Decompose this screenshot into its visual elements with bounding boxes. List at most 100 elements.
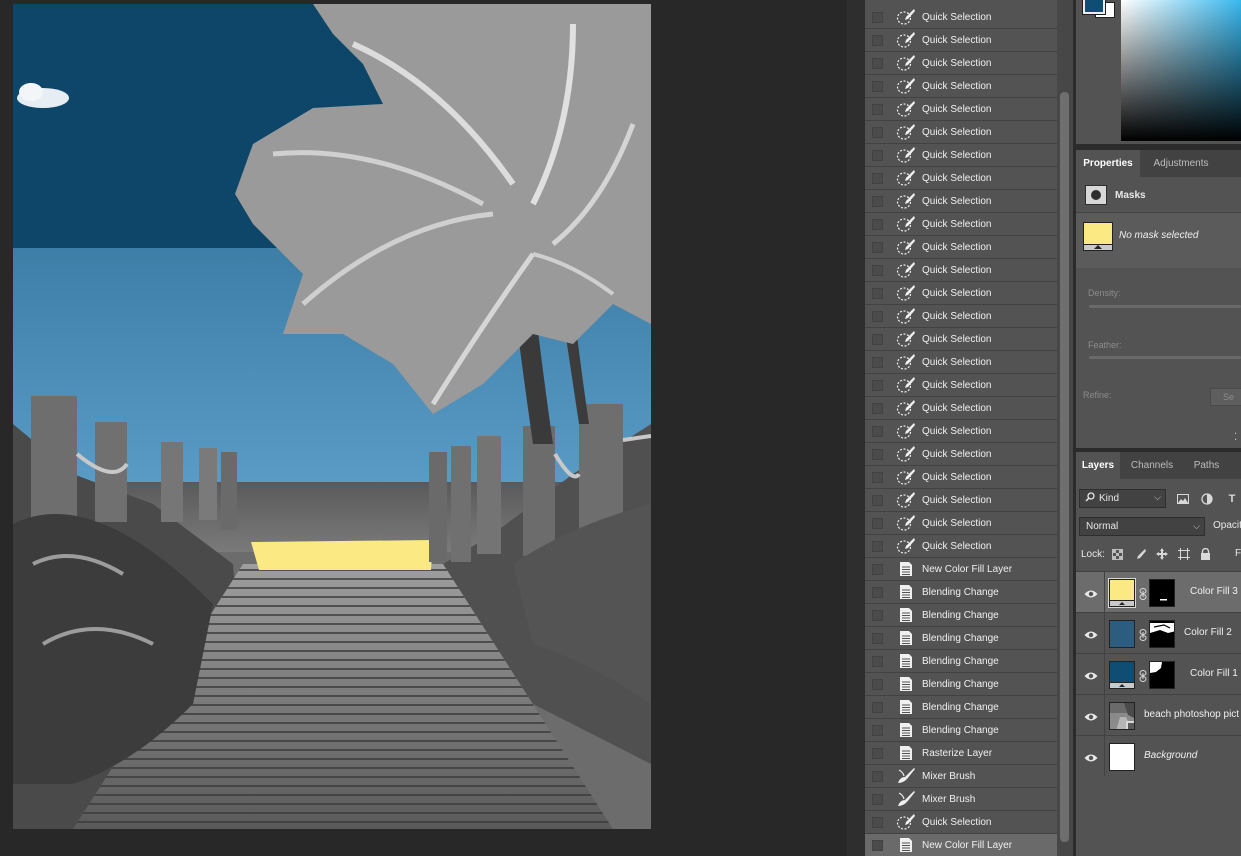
- color-picker-field[interactable]: [1121, 0, 1241, 141]
- history-snapshot-checkbox[interactable]: [872, 241, 883, 253]
- density-slider[interactable]: [1089, 305, 1241, 308]
- layer-mask-thumbnail[interactable]: [1149, 579, 1175, 607]
- history-snapshot-checkbox[interactable]: [872, 586, 883, 598]
- history-state-row[interactable]: Quick Selection: [865, 328, 1057, 351]
- tab-adjustments[interactable]: Adjustments: [1140, 150, 1222, 177]
- history-snapshot-checkbox[interactable]: [872, 356, 883, 368]
- layer-name[interactable]: Color Fill 2: [1184, 627, 1232, 638]
- history-snapshot-checkbox[interactable]: [872, 747, 883, 759]
- history-snapshot-checkbox[interactable]: [872, 609, 883, 621]
- layer-row[interactable]: beach photoshop pict: [1076, 694, 1241, 735]
- history-snapshot-checkbox[interactable]: [872, 333, 883, 345]
- document-canvas[interactable]: [13, 4, 651, 829]
- history-snapshot-checkbox[interactable]: [872, 724, 883, 736]
- layer-thumbnail[interactable]: [1109, 743, 1135, 771]
- layer-mask-thumbnail[interactable]: [1149, 620, 1175, 648]
- layer-thumbnail[interactable]: [1109, 702, 1135, 730]
- history-snapshot-checkbox[interactable]: [872, 701, 883, 713]
- history-snapshot-checkbox[interactable]: [872, 149, 883, 161]
- history-state-row[interactable]: Quick Selection: [865, 466, 1057, 489]
- feather-slider[interactable]: [1089, 356, 1241, 359]
- layer-row[interactable]: Color Fill 1: [1076, 653, 1241, 694]
- history-state-row[interactable]: Quick Selection: [865, 374, 1057, 397]
- layer-name[interactable]: beach photoshop pict: [1144, 709, 1239, 720]
- visibility-eye-icon[interactable]: [1084, 586, 1098, 598]
- history-state-row[interactable]: Quick Selection: [865, 98, 1057, 121]
- history-state-row[interactable]: Blending Change: [865, 650, 1057, 673]
- history-state-row[interactable]: Quick Selection: [865, 305, 1057, 328]
- lock-artboard-icon[interactable]: [1177, 547, 1191, 561]
- history-state-row[interactable]: Quick Selection: [865, 282, 1057, 305]
- history-snapshot-checkbox[interactable]: [872, 218, 883, 230]
- history-snapshot-checkbox[interactable]: [872, 678, 883, 690]
- visibility-eye-icon[interactable]: [1084, 750, 1098, 762]
- history-scrollbar-thumb[interactable]: [1060, 92, 1069, 842]
- mask-link-chain-icon[interactable]: [1139, 628, 1147, 641]
- history-snapshot-checkbox[interactable]: [872, 517, 883, 529]
- tab-properties[interactable]: Properties: [1076, 150, 1140, 177]
- history-scrollbar[interactable]: [1057, 0, 1073, 856]
- history-snapshot-checkbox[interactable]: [872, 287, 883, 299]
- visibility-eye-icon[interactable]: [1084, 627, 1098, 639]
- adjustment-filter-icon[interactable]: [1200, 492, 1214, 506]
- tab-layers[interactable]: Layers: [1076, 452, 1120, 479]
- panel-resize-handle-icon[interactable]: ⁚: [1234, 432, 1237, 443]
- history-snapshot-checkbox[interactable]: [872, 195, 883, 207]
- tab-channels[interactable]: Channels: [1120, 452, 1184, 479]
- history-state-row[interactable]: Quick Selection: [865, 121, 1057, 144]
- history-state-row[interactable]: Quick Selection: [865, 512, 1057, 535]
- history-state-row[interactable]: Quick Selection: [865, 144, 1057, 167]
- history-snapshot-checkbox[interactable]: [872, 632, 883, 644]
- select-and-mask-button[interactable]: Se: [1210, 388, 1241, 406]
- history-panel[interactable]: Quick Selection Quick Selection Quick Sele…: [865, 0, 1057, 856]
- history-snapshot-checkbox[interactable]: [872, 11, 883, 23]
- history-snapshot-checkbox[interactable]: [872, 103, 883, 115]
- history-state-row[interactable]: Mixer Brush: [865, 765, 1057, 788]
- history-state-row[interactable]: Quick Selection: [865, 6, 1057, 29]
- history-state-row[interactable]: Quick Selection: [865, 420, 1057, 443]
- history-snapshot-checkbox[interactable]: [872, 816, 883, 828]
- history-state-row[interactable]: New Color Fill Layer: [865, 834, 1057, 856]
- history-state-row[interactable]: Quick Selection: [865, 190, 1057, 213]
- history-snapshot-checkbox[interactable]: [872, 34, 883, 46]
- mask-link-chain-icon[interactable]: [1139, 669, 1147, 682]
- visibility-eye-icon[interactable]: [1084, 709, 1098, 721]
- history-snapshot-checkbox[interactable]: [872, 540, 883, 552]
- layer-row[interactable]: Color Fill 2: [1076, 612, 1241, 653]
- history-snapshot-checkbox[interactable]: [872, 425, 883, 437]
- history-state-row[interactable]: Blending Change: [865, 719, 1057, 742]
- lock-position-icon[interactable]: [1155, 547, 1169, 561]
- layer-thumbnail[interactable]: [1109, 661, 1135, 689]
- history-snapshot-checkbox[interactable]: [872, 57, 883, 69]
- history-state-row[interactable]: Blending Change: [865, 696, 1057, 719]
- foreground-color-swatch[interactable]: [1082, 0, 1106, 15]
- layer-name[interactable]: Color Fill 1: [1190, 668, 1238, 679]
- history-snapshot-checkbox[interactable]: [872, 655, 883, 667]
- history-state-row[interactable]: New Color Fill Layer: [865, 558, 1057, 581]
- history-state-row[interactable]: Mixer Brush: [865, 788, 1057, 811]
- history-snapshot-checkbox[interactable]: [872, 839, 883, 851]
- blend-mode-select[interactable]: Normal ⌵: [1079, 517, 1205, 536]
- history-state-row[interactable]: Quick Selection: [865, 489, 1057, 512]
- history-state-row[interactable]: Quick Selection: [865, 213, 1057, 236]
- history-state-row[interactable]: Quick Selection: [865, 236, 1057, 259]
- history-state-row[interactable]: Blending Change: [865, 604, 1057, 627]
- history-state-row[interactable]: Blending Change: [865, 581, 1057, 604]
- layer-row[interactable]: Color Fill 3: [1076, 571, 1241, 612]
- history-snapshot-checkbox[interactable]: [872, 264, 883, 276]
- lock-image-pixels-icon[interactable]: [1133, 547, 1147, 561]
- history-snapshot-checkbox[interactable]: [872, 126, 883, 138]
- history-state-row[interactable]: Quick Selection: [865, 351, 1057, 374]
- layer-name[interactable]: Background: [1144, 750, 1197, 761]
- lock-all-icon[interactable]: [1199, 547, 1213, 561]
- history-snapshot-checkbox[interactable]: [872, 402, 883, 414]
- history-snapshot-checkbox[interactable]: [872, 770, 883, 782]
- mask-link-chain-icon[interactable]: [1139, 587, 1147, 600]
- history-state-row[interactable]: Quick Selection: [865, 397, 1057, 420]
- history-snapshot-checkbox[interactable]: [872, 563, 883, 575]
- history-state-row[interactable]: Quick Selection: [865, 443, 1057, 466]
- type-filter-icon[interactable]: T: [1225, 492, 1239, 506]
- image-filter-icon[interactable]: [1176, 492, 1190, 506]
- history-snapshot-checkbox[interactable]: [872, 379, 883, 391]
- history-state-row[interactable]: Blending Change: [865, 627, 1057, 650]
